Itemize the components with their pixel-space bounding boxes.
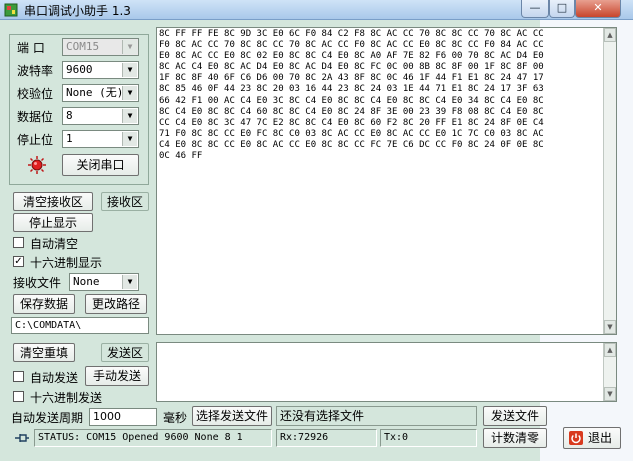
receive-line: 8C C4 E0 8C 8C C4 60 8C 8C C4 E0 8C 24 8… bbox=[159, 106, 544, 117]
stopbits-select[interactable]: 1 ▼ bbox=[62, 130, 139, 148]
chevron-down-icon: ▼ bbox=[122, 86, 137, 100]
parity-label: 校验位 bbox=[17, 87, 54, 101]
scroll-down-icon[interactable]: ▼ bbox=[604, 387, 616, 401]
chevron-down-icon: ▼ bbox=[122, 63, 137, 77]
reset-count-button[interactable]: 计数清零 bbox=[483, 428, 547, 448]
scroll-down-icon[interactable]: ▼ bbox=[604, 320, 616, 334]
receive-path-field[interactable]: C:\COMDATA\ bbox=[11, 317, 149, 334]
auto-clear-checkbox[interactable] bbox=[13, 237, 24, 248]
databits-select[interactable]: 8 ▼ bbox=[62, 107, 139, 125]
close-button[interactable]: ✕ bbox=[575, 0, 621, 18]
stop-display-button[interactable]: 停止显示 bbox=[13, 213, 93, 232]
receive-area-label: 接收区 bbox=[101, 192, 149, 211]
save-data-button[interactable]: 保存数据 bbox=[13, 294, 75, 314]
serial-app-icon bbox=[4, 3, 18, 17]
receive-file-label: 接收文件 bbox=[13, 276, 62, 290]
status-text: STATUS: COM15 Opened 9600 None 8 1 bbox=[34, 429, 272, 447]
choose-send-file-button[interactable]: 选择发送文件 bbox=[192, 406, 272, 426]
receive-file-format-select[interactable]: None ▼ bbox=[69, 273, 139, 291]
rx-counter: Rx:72926 bbox=[276, 429, 377, 447]
hex-send-label: 十六进制发送 bbox=[30, 391, 103, 405]
databits-label: 数据位 bbox=[17, 110, 54, 124]
tx-counter: Tx:0 bbox=[380, 429, 477, 447]
auto-clear-label: 自动清空 bbox=[30, 237, 79, 251]
send-file-status: 还没有选择文件 bbox=[276, 406, 477, 426]
baud-label: 波特率 bbox=[17, 64, 54, 78]
chevron-down-icon: ▼ bbox=[122, 132, 137, 146]
receive-line: 66 42 F1 00 AC C4 E0 3C 8C C4 E0 8C 8C C… bbox=[159, 95, 544, 106]
receive-line: 1F 8C 8F 40 6F C6 D6 00 70 8C 2A 43 8F 8… bbox=[159, 73, 544, 84]
receive-line: 8C 85 46 0F 44 23 8C 20 03 16 44 23 8C 2… bbox=[159, 84, 544, 95]
send-textarea[interactable] bbox=[156, 342, 617, 402]
port-select[interactable]: COM15 ▼ bbox=[62, 38, 139, 56]
receive-content: 8C FF FF FE 8C 9D 3C E0 6C F0 84 C2 F8 8… bbox=[159, 29, 614, 162]
chevron-down-icon: ▼ bbox=[122, 275, 137, 289]
scroll-up-icon[interactable]: ▲ bbox=[604, 28, 616, 42]
hex-display-label: 十六进制显示 bbox=[30, 256, 103, 270]
receive-line: 0C 46 FF bbox=[159, 151, 203, 162]
close-port-button[interactable]: 关闭串口 bbox=[62, 154, 139, 176]
send-file-button[interactable]: 发送文件 bbox=[483, 406, 547, 426]
send-scrollbar[interactable]: ▲ ▼ bbox=[603, 343, 616, 401]
clear-receive-button[interactable]: 清空接收区 bbox=[13, 192, 93, 211]
baud-select[interactable]: 9600 ▼ bbox=[62, 61, 139, 79]
pin-icon[interactable] bbox=[14, 431, 30, 445]
receive-line: F0 8C AC CC 70 8C 8C CC 70 8C AC CC F0 8… bbox=[159, 40, 544, 51]
power-icon bbox=[569, 431, 583, 445]
hex-send-checkbox[interactable] bbox=[13, 391, 24, 402]
port-label: 端 口 bbox=[17, 41, 45, 55]
hex-display-checkbox[interactable]: ✓ bbox=[13, 256, 24, 267]
receive-scrollbar[interactable]: ▲ ▼ bbox=[603, 28, 616, 334]
change-path-button[interactable]: 更改路径 bbox=[85, 294, 147, 314]
receive-line: E0 8C AC CC E0 8C 02 E0 8C 8C C4 E0 8C A… bbox=[159, 51, 544, 62]
exit-label: 退出 bbox=[588, 431, 613, 445]
exit-button[interactable]: 退出 bbox=[563, 427, 621, 449]
auto-send-label: 自动发送 bbox=[30, 371, 79, 385]
period-unit-label: 毫秒 bbox=[163, 411, 188, 425]
title-bar[interactable]: 串口调试小助手 1.3 — □ ✕ bbox=[0, 0, 633, 20]
manual-send-button[interactable]: 手动发送 bbox=[85, 366, 149, 386]
clear-send-button[interactable]: 清空重填 bbox=[13, 343, 75, 362]
window-title: 串口调试小助手 1.3 bbox=[24, 4, 131, 18]
receive-line: C4 E0 8C 8C CC E0 8C AC CC E0 8C 8C CC F… bbox=[159, 139, 544, 150]
send-period-label: 自动发送周期 bbox=[11, 411, 84, 425]
port-led-icon bbox=[28, 156, 46, 174]
receive-line: CC C4 E0 8C 3C 47 7C E2 8C 8C C4 E0 8C 6… bbox=[159, 117, 544, 128]
receive-line: 71 F0 8C 8C CC E0 FC 8C C0 03 8C AC CC E… bbox=[159, 128, 544, 139]
send-period-input[interactable]: 1000 bbox=[89, 408, 157, 426]
send-area-label: 发送区 bbox=[101, 343, 149, 362]
scroll-up-icon[interactable]: ▲ bbox=[604, 343, 616, 357]
chevron-down-icon: ▼ bbox=[122, 40, 137, 54]
receive-line: 8C AC C4 E0 8C AC D4 E0 8C AC D4 E0 8C F… bbox=[159, 62, 544, 73]
parity-select[interactable]: None (无) ▼ bbox=[62, 84, 139, 102]
maximize-button[interactable]: □ bbox=[549, 0, 575, 18]
receive-textarea[interactable]: 8C FF FF FE 8C 9D 3C E0 6C F0 84 C2 F8 8… bbox=[156, 27, 617, 335]
stopbits-label: 停止位 bbox=[17, 133, 54, 147]
auto-send-checkbox[interactable] bbox=[13, 371, 24, 382]
minimize-button[interactable]: — bbox=[521, 0, 549, 18]
receive-line: 8C FF FF FE 8C 9D 3C E0 6C F0 84 C2 F8 8… bbox=[159, 29, 544, 39]
chevron-down-icon: ▼ bbox=[122, 109, 137, 123]
